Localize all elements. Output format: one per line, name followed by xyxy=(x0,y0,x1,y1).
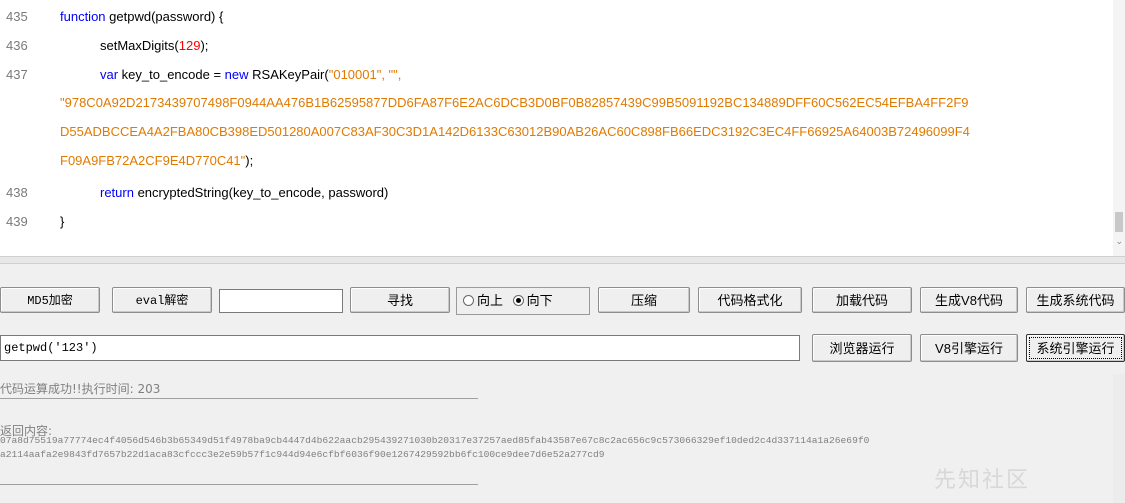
output-divider-bottom xyxy=(0,484,478,485)
watermark-text: 先知社区 xyxy=(934,468,1031,493)
radio-down-label[interactable]: 向下 xyxy=(527,293,553,308)
find-button[interactable]: 寻找 xyxy=(350,287,450,313)
code-token: 129 xyxy=(178,38,201,53)
code-token: return xyxy=(100,185,138,200)
compress-button[interactable]: 压缩 xyxy=(598,287,690,313)
md5-encrypt-button[interactable]: MD5加密 xyxy=(0,287,100,313)
eval-decrypt-button[interactable]: eval解密 xyxy=(112,287,212,313)
radio-up-label[interactable]: 向上 xyxy=(477,293,503,308)
browser-run-button[interactable]: 浏览器运行 xyxy=(812,334,912,362)
line-number: 436 xyxy=(6,38,28,53)
result-line-1: 07a8d75519a77774ec4f4056d546b3b65349d51f… xyxy=(0,435,870,446)
code-text: return encryptedString(key_to_encode, pa… xyxy=(100,181,388,205)
load-code-button[interactable]: 加载代码 xyxy=(812,287,912,313)
pane-splitter[interactable] xyxy=(0,256,1125,264)
radio-down-icon[interactable] xyxy=(512,295,524,307)
editor-scroll-thumb[interactable] xyxy=(1115,212,1123,232)
code-text: setMaxDigits(129); xyxy=(100,34,208,58)
code-token: ); xyxy=(245,153,254,168)
line-number: 438 xyxy=(6,185,28,200)
result-line-2: a2114aafa2e9843fd7657b22d1aca83cfccc3e2e… xyxy=(0,449,605,460)
code-token: setMaxDigits( xyxy=(100,38,179,53)
command-input[interactable] xyxy=(0,335,800,361)
output-scrollbar[interactable] xyxy=(1113,374,1125,503)
generate-system-code-button[interactable]: 生成系统代码 xyxy=(1026,287,1125,313)
generate-v8-code-button[interactable]: 生成V8代码 xyxy=(920,287,1018,313)
line-number: 435 xyxy=(6,9,28,24)
find-input[interactable] xyxy=(219,289,343,313)
code-token: encryptedString(key_to_encode, password) xyxy=(137,185,389,200)
line-number: 437 xyxy=(6,67,28,82)
editor-scrollbar[interactable]: ⌄ xyxy=(1113,0,1125,256)
output-divider xyxy=(0,398,478,399)
system-engine-run-button[interactable]: 系统引擎运行 xyxy=(1026,334,1125,362)
code-text: } xyxy=(60,210,64,234)
code-token: ); xyxy=(200,38,209,53)
code-text: F09A9FB72A2CF9E4D770C41"); xyxy=(60,149,253,173)
code-text: D55ADBCCEA4A2FBA80CB398ED501280A007C83AF… xyxy=(60,120,970,144)
code-token: "010001", "", xyxy=(328,67,402,82)
v8-engine-run-button[interactable]: V8引擎运行 xyxy=(920,334,1018,362)
code-editor[interactable]: 435 function getpwd(password) { 436 setMaxD… xyxy=(0,0,1125,256)
code-token: D55ADBCCEA4A2FBA80CB398ED501280A007C83AF… xyxy=(60,124,970,139)
code-token: function xyxy=(60,9,110,24)
line-number: 439 xyxy=(6,214,28,229)
format-code-button[interactable]: 代码格式化 xyxy=(698,287,802,313)
code-token: F09A9FB72A2CF9E4D770C41" xyxy=(60,153,246,168)
code-token: new xyxy=(224,67,253,82)
search-direction-group: 向上 向下 xyxy=(456,287,590,315)
scroll-down-icon[interactable]: ⌄ xyxy=(1115,236,1123,247)
code-token: RSAKeyPair( xyxy=(252,67,329,82)
code-text: "978C0A92D2173439707498F0944AA476B1B6259… xyxy=(60,91,969,115)
code-token: } xyxy=(60,214,65,229)
code-token: getpwd(password) { xyxy=(109,9,224,24)
radio-up-icon[interactable] xyxy=(463,295,474,307)
code-token: var xyxy=(100,67,122,82)
code-token: key_to_encode = xyxy=(121,67,225,82)
status-text: 代码运算成功!!执行时间: 203 xyxy=(0,382,161,396)
code-text: var key_to_encode = new RSAKeyPair("0100… xyxy=(100,63,401,87)
code-text: function getpwd(password) { xyxy=(60,5,223,29)
code-token: "978C0A92D2173439707498F0944AA476B1B6259… xyxy=(60,95,969,110)
